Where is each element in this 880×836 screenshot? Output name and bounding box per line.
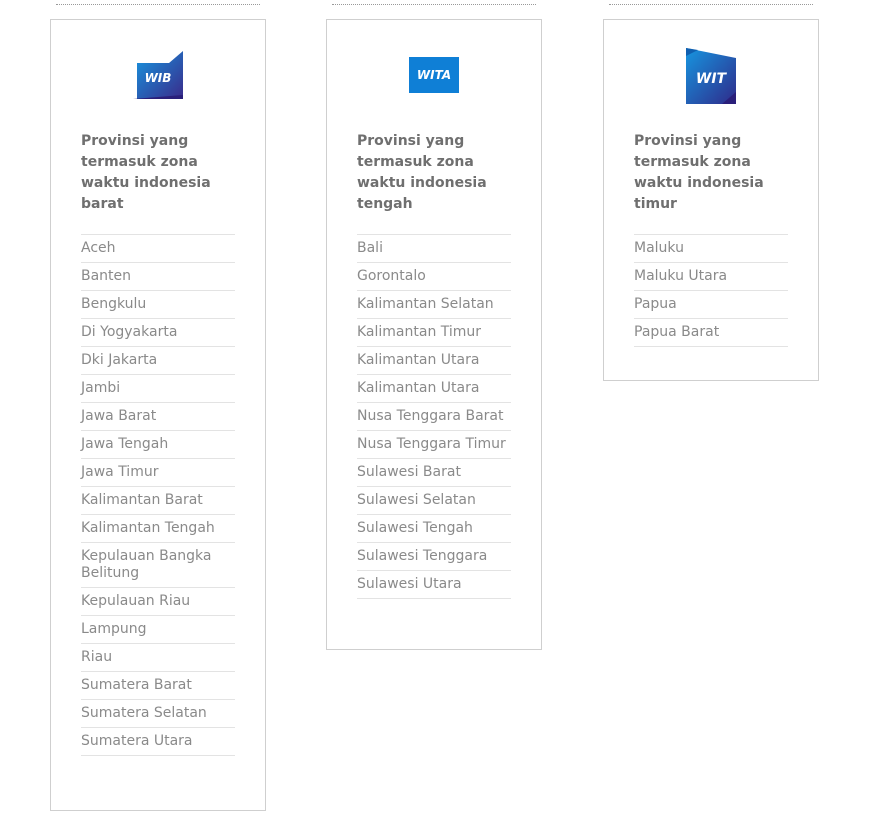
top-divider	[609, 4, 813, 5]
list-item[interactable]: Banten	[81, 263, 235, 291]
list-item[interactable]: Jawa Tengah	[81, 431, 235, 459]
list-item[interactable]: Maluku	[634, 235, 788, 263]
zone-card-wita: WITA Provinsi yang termasuk zona waktu i…	[326, 19, 542, 650]
wita-badge-text: WITA	[417, 68, 451, 82]
list-item[interactable]: Sulawesi Utara	[357, 571, 511, 599]
list-item[interactable]: Sulawesi Barat	[357, 459, 511, 487]
list-item[interactable]: Bengkulu	[81, 291, 235, 319]
zone-card-wib: WIB Provinsi yang termasuk zona waktu in…	[50, 19, 266, 811]
list-item[interactable]: Papua Barat	[634, 319, 788, 347]
list-item[interactable]: Nusa Tenggara Timur	[357, 431, 511, 459]
zone-heading: Provinsi yang termasuk zona waktu indone…	[634, 133, 764, 212]
list-item[interactable]: Riau	[81, 644, 235, 672]
list-item[interactable]: Sulawesi Tengah	[357, 515, 511, 543]
list-item[interactable]: Kalimantan Timur	[357, 319, 511, 347]
top-divider	[332, 4, 536, 5]
list-item[interactable]: Nusa Tenggara Barat	[357, 403, 511, 431]
list-item[interactable]: Gorontalo	[357, 263, 511, 291]
list-item[interactable]: Kalimantan Barat	[81, 487, 235, 515]
list-item[interactable]: Di Yogyakarta	[81, 319, 235, 347]
province-list: Bali Gorontalo Kalimantan Selatan Kalima…	[357, 234, 511, 599]
list-item[interactable]: Dki Jakarta	[81, 347, 235, 375]
list-item[interactable]: Bali	[357, 235, 511, 263]
list-item[interactable]: Jawa Barat	[81, 403, 235, 431]
list-item[interactable]: Kalimantan Selatan	[357, 291, 511, 319]
wit-badge-text: WIT	[696, 71, 728, 87]
list-item[interactable]: Kalimantan Utara	[357, 375, 511, 403]
list-item[interactable]: Jambi	[81, 375, 235, 403]
province-list: Maluku Maluku Utara Papua Papua Barat	[634, 234, 788, 347]
wita-logo-icon: WITA	[409, 57, 459, 93]
list-item[interactable]: Sumatera Selatan	[81, 700, 235, 728]
list-item[interactable]: Kepulauan Riau	[81, 588, 235, 616]
zone-heading: Provinsi yang termasuk zona waktu indone…	[357, 133, 487, 212]
list-item[interactable]: Sulawesi Selatan	[357, 487, 511, 515]
wib-badge-text: WIB	[145, 71, 172, 85]
list-item[interactable]: Kepulauan Bangka Belitung	[81, 543, 235, 588]
list-item[interactable]: Kalimantan Tengah	[81, 515, 235, 543]
list-item[interactable]: Lampung	[81, 616, 235, 644]
list-item[interactable]: Aceh	[81, 235, 235, 263]
top-divider	[56, 4, 260, 5]
list-item[interactable]: Sumatera Utara	[81, 728, 235, 756]
wib-logo-icon: WIB	[133, 51, 183, 99]
list-item[interactable]: Jawa Timur	[81, 459, 235, 487]
list-item[interactable]: Sumatera Barat	[81, 672, 235, 700]
list-item[interactable]: Maluku Utara	[634, 263, 788, 291]
zone-card-wit: WIT Provinsi yang termasuk zona waktu in…	[603, 19, 819, 381]
province-list: Aceh Banten Bengkulu Di Yogyakarta Dki J…	[81, 234, 235, 756]
list-item[interactable]: Papua	[634, 291, 788, 319]
zone-heading: Provinsi yang termasuk zona waktu indone…	[81, 133, 211, 212]
list-item[interactable]: Sulawesi Tenggara	[357, 543, 511, 571]
list-item[interactable]: Kalimantan Utara	[357, 347, 511, 375]
wit-logo-icon: WIT	[686, 48, 736, 104]
